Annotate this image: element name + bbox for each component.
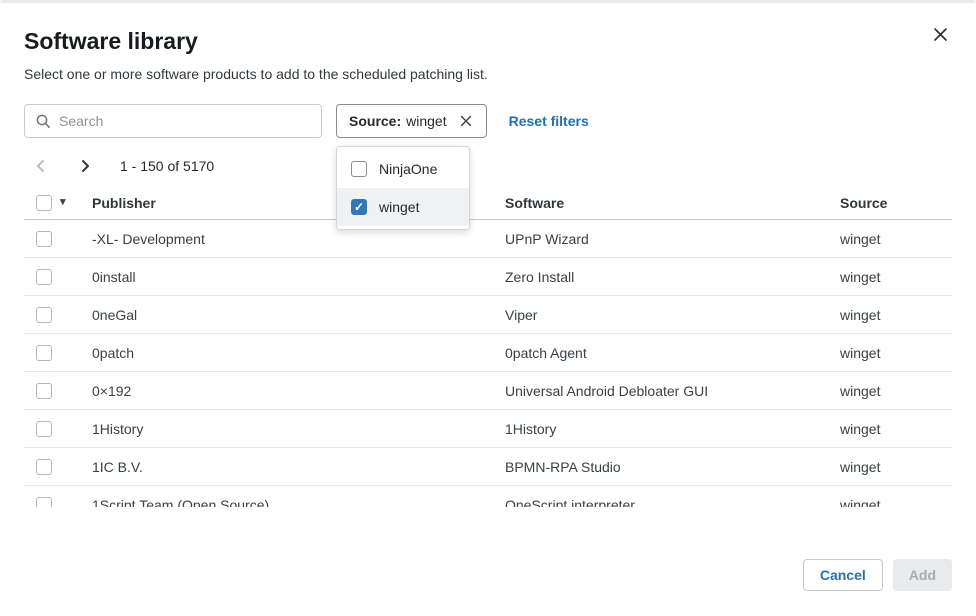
publisher-cell: 0patch xyxy=(92,345,505,361)
dialog-footer: Cancel Add xyxy=(803,559,952,591)
pagination-range: 1 - 150 of 5170 xyxy=(120,158,214,174)
option-label: NinjaOne xyxy=(379,161,437,177)
publisher-cell: 1Script Team (Open Source) xyxy=(92,497,505,508)
option-checkbox[interactable] xyxy=(351,161,367,177)
publisher-cell: 1IC B.V. xyxy=(92,459,505,475)
source-cell: winget xyxy=(840,459,952,475)
row-checkbox-cell xyxy=(24,231,92,247)
table-row[interactable]: 0install Zero Install winget xyxy=(24,258,952,296)
table-row[interactable]: 1History 1History winget xyxy=(24,410,952,448)
option-checkbox[interactable] xyxy=(351,199,367,215)
search-icon xyxy=(35,113,51,129)
chip-value: winget xyxy=(406,113,446,129)
select-all-checkbox[interactable] xyxy=(36,195,52,211)
dropdown-option[interactable]: winget xyxy=(337,188,469,226)
publisher-cell: 0neGal xyxy=(92,307,505,323)
page-subtitle: Select one or more software products to … xyxy=(24,66,952,82)
row-checkbox[interactable] xyxy=(36,383,52,399)
close-icon xyxy=(933,27,948,42)
dropdown-option[interactable]: NinjaOne xyxy=(337,150,469,188)
software-cell: Universal Android Debloater GUI xyxy=(505,383,840,399)
table-body: -XL- Development UPnP Wizard winget 0ins… xyxy=(24,220,952,507)
dialog-header: Software library Select one or more soft… xyxy=(0,3,976,82)
chip-label: Source: xyxy=(349,113,401,129)
close-button[interactable] xyxy=(930,24,950,44)
source-cell: winget xyxy=(840,421,952,437)
reset-filters-link[interactable]: Reset filters xyxy=(509,113,589,129)
software-cell: 1History xyxy=(505,421,840,437)
add-button[interactable]: Add xyxy=(893,559,952,591)
source-cell: winget xyxy=(840,231,952,247)
source-cell: winget xyxy=(840,269,952,285)
page-title: Software library xyxy=(24,28,952,55)
chip-remove-icon xyxy=(460,115,472,127)
cancel-button[interactable]: Cancel xyxy=(803,559,883,591)
table-row[interactable]: 0patch 0patch Agent winget xyxy=(24,334,952,372)
software-cell: 0patch Agent xyxy=(505,345,840,361)
table-row[interactable]: 1Script Team (Open Source) OneScript int… xyxy=(24,486,952,507)
select-menu-caret-icon[interactable]: ▾ xyxy=(60,197,66,208)
row-checkbox[interactable] xyxy=(36,307,52,323)
row-checkbox[interactable] xyxy=(36,497,52,508)
table-row[interactable]: 0neGal Viper winget xyxy=(24,296,952,334)
option-label: winget xyxy=(379,199,419,215)
row-checkbox-cell xyxy=(24,383,92,399)
toolbar: Source: winget Reset filters xyxy=(24,104,952,138)
column-header-software: Software xyxy=(505,195,840,211)
software-library-dialog: Software library Select one or more soft… xyxy=(0,0,976,616)
table-header-row: ▾ Publisher Software Source xyxy=(24,186,952,220)
chevron-right-icon xyxy=(78,158,92,174)
source-cell: winget xyxy=(840,307,952,323)
row-checkbox-cell xyxy=(24,307,92,323)
row-checkbox-cell xyxy=(24,269,92,285)
software-cell: UPnP Wizard xyxy=(505,231,840,247)
next-page-button[interactable] xyxy=(74,154,96,178)
select-all-cell: ▾ xyxy=(24,195,92,211)
row-checkbox[interactable] xyxy=(36,421,52,437)
previous-page-button[interactable] xyxy=(30,154,52,178)
software-cell: OneScript interpreter xyxy=(505,497,840,508)
software-cell: Zero Install xyxy=(505,269,840,285)
row-checkbox[interactable] xyxy=(36,231,52,247)
row-checkbox-cell xyxy=(24,345,92,361)
row-checkbox[interactable] xyxy=(36,269,52,285)
column-header-source: Source xyxy=(840,195,952,211)
source-cell: winget xyxy=(840,345,952,361)
search-box[interactable] xyxy=(24,104,322,138)
software-table: ▾ Publisher Software Source -XL- Develop… xyxy=(24,186,952,507)
row-checkbox[interactable] xyxy=(36,459,52,475)
row-checkbox-cell xyxy=(24,421,92,437)
chip-remove-button[interactable] xyxy=(458,113,474,129)
source-filter-chip[interactable]: Source: winget xyxy=(336,104,487,138)
publisher-cell: 1History xyxy=(92,421,505,437)
publisher-cell: 0×192 xyxy=(92,383,505,399)
software-cell: BPMN-RPA Studio xyxy=(505,459,840,475)
source-cell: winget xyxy=(840,497,952,508)
source-filter-dropdown: NinjaOne winget xyxy=(336,146,470,230)
row-checkbox[interactable] xyxy=(36,345,52,361)
publisher-cell: 0install xyxy=(92,269,505,285)
table-row[interactable]: -XL- Development UPnP Wizard winget xyxy=(24,220,952,258)
row-checkbox-cell xyxy=(24,459,92,475)
chevron-left-icon xyxy=(34,158,48,174)
software-cell: Viper xyxy=(505,307,840,323)
pagination: 1 - 150 of 5170 xyxy=(24,146,952,186)
search-input[interactable] xyxy=(59,113,311,129)
row-checkbox-cell xyxy=(24,497,92,508)
source-cell: winget xyxy=(840,383,952,399)
table-row[interactable]: 1IC B.V. BPMN-RPA Studio winget xyxy=(24,448,952,486)
publisher-cell: -XL- Development xyxy=(92,231,505,247)
table-row[interactable]: 0×192 Universal Android Debloater GUI wi… xyxy=(24,372,952,410)
